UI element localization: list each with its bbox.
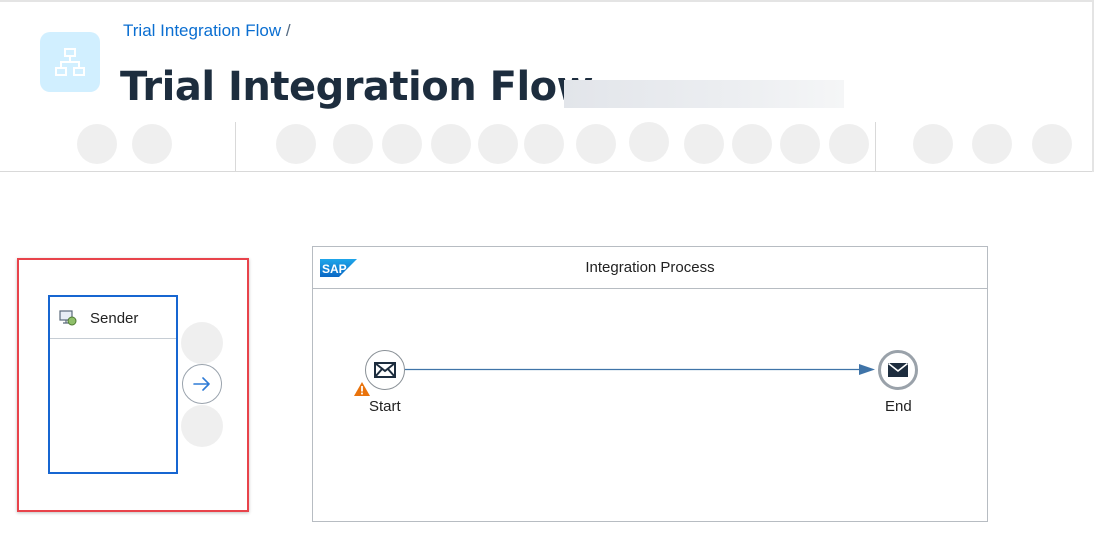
start-event-label: Start [369, 398, 401, 415]
toolbar-button[interactable] [1032, 124, 1072, 164]
toolbar-button[interactable] [972, 124, 1012, 164]
toolbar-button[interactable] [431, 124, 471, 164]
toolbar-button[interactable] [382, 124, 422, 164]
toolbar-button[interactable] [524, 124, 564, 164]
integration-process-header: SAP Integration Process [313, 247, 987, 289]
frame-top-border [0, 0, 1094, 2]
sender-participant[interactable]: Sender [48, 295, 178, 474]
sender-action-button[interactable] [181, 322, 223, 364]
warning-triangle-icon[interactable] [354, 382, 370, 396]
toolbar-button[interactable] [132, 124, 172, 164]
arrow-right-icon [193, 377, 210, 391]
page-header: Trial Integration Flow / Trial Integrati… [0, 0, 1094, 172]
toolbar-button[interactable] [732, 124, 772, 164]
toolbar-button[interactable] [780, 124, 820, 164]
app-icon [40, 32, 100, 92]
sender-action-button[interactable] [181, 405, 223, 447]
toolbar-separator [875, 122, 876, 172]
flow-arrowhead [859, 364, 875, 375]
end-event[interactable] [878, 350, 918, 390]
toolbar-separator [235, 122, 236, 172]
sender-system-icon [59, 310, 77, 326]
toolbar-button[interactable] [829, 124, 869, 164]
toolbar-button[interactable] [478, 124, 518, 164]
toolbar-button[interactable] [276, 124, 316, 164]
toolbar-button[interactable] [77, 124, 117, 164]
sender-header: Sender [50, 297, 176, 339]
toolbar-button[interactable] [333, 124, 373, 164]
start-event[interactable] [365, 350, 405, 390]
integration-process-title: Integration Process [585, 259, 715, 276]
breadcrumb: Trial Integration Flow / [123, 21, 291, 41]
page-title: Trial Integration Flow [120, 64, 594, 110]
connect-arrow-button[interactable] [182, 364, 222, 404]
breadcrumb-separator: / [285, 21, 291, 40]
envelope-filled-icon [888, 362, 908, 377]
network-hierarchy-icon [55, 48, 85, 76]
breadcrumb-link-trial-integration-flow[interactable]: Trial Integration Flow [123, 21, 281, 40]
toolbar-button[interactable] [684, 124, 724, 164]
toolbar-button[interactable] [913, 124, 953, 164]
title-status-placeholder [564, 80, 844, 108]
sender-label: Sender [90, 310, 139, 327]
toolbar-button[interactable] [576, 124, 616, 164]
message-flow-line[interactable] [405, 364, 875, 376]
toolbar-button[interactable] [629, 122, 669, 162]
envelope-icon [374, 362, 396, 378]
end-event-label: End [885, 398, 912, 415]
